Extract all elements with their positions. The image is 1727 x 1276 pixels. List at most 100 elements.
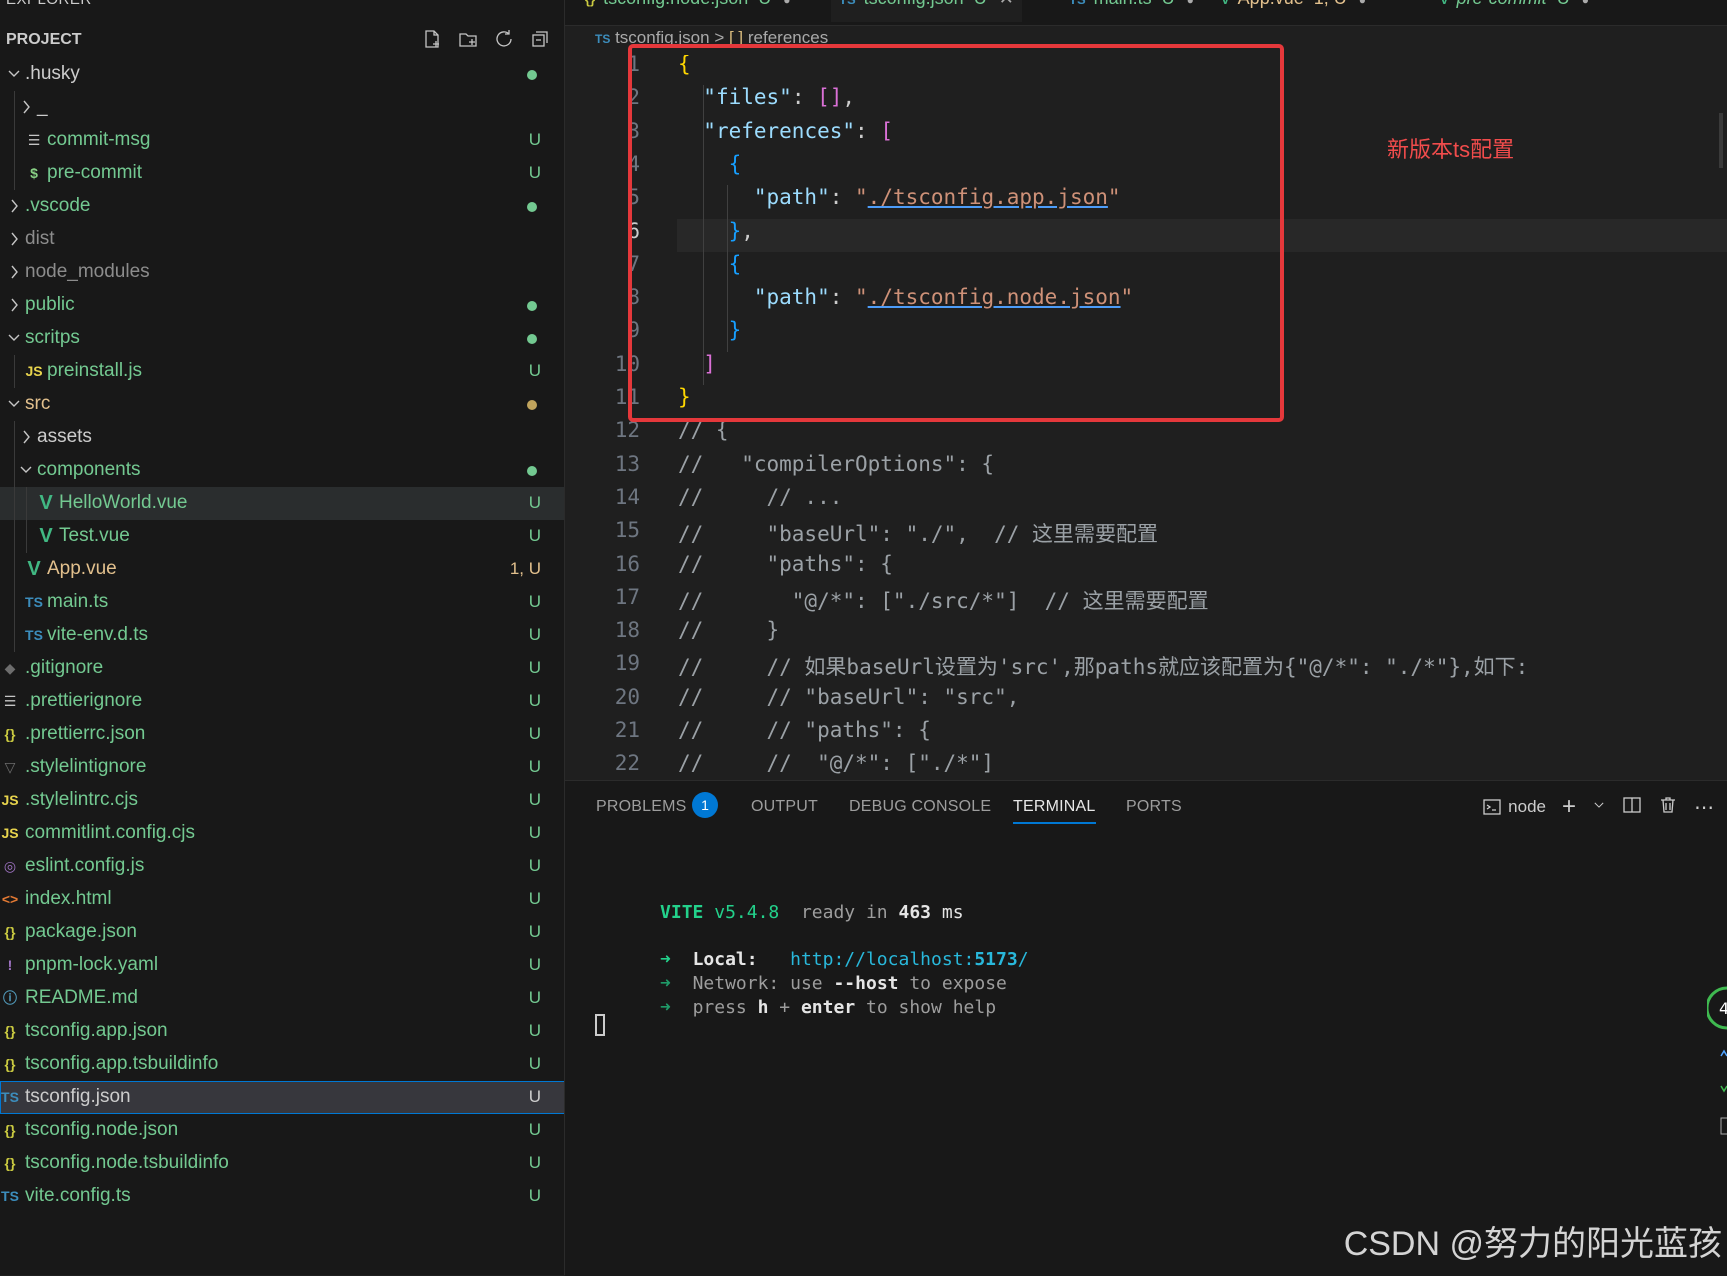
- tab-pre-commit[interactable]: Vpre-commit U ●: [1440, 0, 1589, 22]
- chevron-down-icon[interactable]: [6, 394, 22, 414]
- terminal-cursor: [595, 1014, 605, 1036]
- chevron-right-icon[interactable]: [18, 97, 34, 117]
- code-line[interactable]: // // "@/*": ["./*"]: [678, 751, 994, 775]
- close-icon[interactable]: ✕: [999, 0, 1014, 8]
- git-status-badge: U: [528, 130, 541, 149]
- git-status-badge: U: [528, 1054, 541, 1073]
- code-line[interactable]: // }: [678, 618, 779, 642]
- minimap[interactable]: [1719, 113, 1723, 168]
- tree-item[interactable]: ⓘ README.md U: [0, 982, 564, 1015]
- more-actions-icon[interactable]: ⋯: [1694, 795, 1715, 820]
- tree-item-label: .stylelintignore: [25, 756, 147, 777]
- tree-item[interactable]: node_modules: [0, 256, 564, 289]
- tree-item[interactable]: .husky: [0, 58, 564, 91]
- tree-item[interactable]: V App.vue 1, U: [0, 553, 564, 586]
- chevron-down-icon[interactable]: [1592, 797, 1606, 817]
- code-line[interactable]: // // "paths": {: [678, 718, 931, 742]
- tree-item[interactable]: ☰ commit-msg U: [0, 124, 564, 157]
- tree-item[interactable]: V HelloWorld.vue U: [0, 487, 564, 520]
- git-status-badge: U: [528, 1087, 541, 1106]
- code-line[interactable]: // // ...: [678, 485, 842, 509]
- tab-problems[interactable]: PROBLEMS: [596, 798, 687, 816]
- unsaved-dot-icon[interactable]: ●: [783, 0, 790, 7]
- refresh-icon[interactable]: [493, 28, 515, 50]
- trash-icon[interactable]: [1658, 795, 1678, 820]
- chevron-right-icon[interactable]: [18, 427, 34, 447]
- tree-item[interactable]: ☰ .prettierignore U: [0, 685, 564, 718]
- new-folder-icon[interactable]: [457, 28, 479, 50]
- tree-item[interactable]: {} tsconfig.app.tsbuildinfo U: [0, 1048, 564, 1081]
- line-number: 18: [614, 618, 640, 643]
- tree-item[interactable]: TS vite.config.ts U: [0, 1180, 564, 1213]
- tab-tsconfig-node-json[interactable]: {} tsconfig.node.json U ●: [585, 0, 790, 22]
- tree-item[interactable]: dist: [0, 223, 564, 256]
- tree-item[interactable]: TS main.ts U: [0, 586, 564, 619]
- tab-App-vue[interactable]: V App.vue 1, U ●: [1221, 0, 1366, 22]
- terminal-selector[interactable]: node: [1482, 797, 1546, 817]
- tab-tsconfig-json[interactable]: TS tsconfig.json U ✕: [831, 0, 1022, 22]
- git-change-dot: [527, 70, 537, 80]
- tree-item[interactable]: $ pre-commit U: [0, 157, 564, 190]
- code-line[interactable]: // "compilerOptions": {: [678, 452, 994, 476]
- chevron-right-icon[interactable]: [6, 295, 22, 315]
- tree-item[interactable]: {} package.json U: [0, 916, 564, 949]
- indent-guide: [14, 619, 15, 652]
- tree-item[interactable]: {} tsconfig.app.json U: [0, 1015, 564, 1048]
- unsaved-dot-icon[interactable]: ●: [1359, 0, 1366, 7]
- tree-item[interactable]: ▽ .stylelintignore U: [0, 751, 564, 784]
- tree-item[interactable]: assets: [0, 421, 564, 454]
- git-change-dot: [527, 334, 537, 344]
- tree-item[interactable]: public: [0, 289, 564, 322]
- code-line[interactable]: // // 如果baseUrl设置为'src',那paths就应该配置为{"@/…: [678, 651, 1528, 681]
- tree-item[interactable]: JS preinstall.js U: [0, 355, 564, 388]
- code-line[interactable]: // "@/*": ["./src/*"] // 这里需要配置: [678, 585, 1209, 615]
- indent-guide: [14, 553, 15, 586]
- vue-file-icon: V: [39, 524, 53, 547]
- tree-item[interactable]: src: [0, 388, 564, 421]
- chevron-down-icon[interactable]: [6, 328, 22, 348]
- project-header[interactable]: PROJECT: [0, 28, 564, 54]
- tree-item[interactable]: TS vite-env.d.ts U: [0, 619, 564, 652]
- tree-item[interactable]: {} .prettierrc.json U: [0, 718, 564, 751]
- git-status-badge: U: [528, 361, 541, 380]
- chevron-down-icon[interactable]: [18, 460, 34, 480]
- floating-widget-edge[interactable]: 4: [1705, 968, 1727, 1218]
- tree-item-label: tsconfig.node.json: [25, 1119, 179, 1140]
- tree-item[interactable]: components: [0, 454, 564, 487]
- code-line[interactable]: // "baseUrl": "./", // 这里需要配置: [678, 518, 1158, 548]
- tab-debug-console[interactable]: DEBUG CONSOLE: [849, 798, 991, 816]
- tree-item[interactable]: .vscode: [0, 190, 564, 223]
- chevron-right-icon[interactable]: [6, 196, 22, 216]
- git-change-dot: [527, 466, 537, 476]
- tab-label: App.vue: [1238, 0, 1304, 8]
- tree-item[interactable]: ◎ eslint.config.js U: [0, 850, 564, 883]
- chevron-down-icon[interactable]: [6, 64, 22, 84]
- tree-item[interactable]: V Test.vue U: [0, 520, 564, 553]
- chevron-right-icon[interactable]: [6, 229, 22, 249]
- indent-guide: [14, 487, 15, 520]
- tree-item[interactable]: <> index.html U: [0, 883, 564, 916]
- terminal-output[interactable]: VITE v5.4.8 ready in 463 ms ➜ Local: htt…: [595, 881, 1029, 1018]
- tab-main-ts[interactable]: TS main.ts U ●: [1069, 0, 1194, 22]
- tab-ports[interactable]: PORTS: [1126, 798, 1182, 816]
- tree-item[interactable]: _: [0, 91, 564, 124]
- tab-terminal[interactable]: TERMINAL: [1013, 798, 1096, 824]
- chevron-right-icon[interactable]: [6, 262, 22, 282]
- tree-item[interactable]: ◆ .gitignore U: [0, 652, 564, 685]
- new-file-icon[interactable]: [421, 28, 443, 50]
- split-terminal-icon[interactable]: [1622, 795, 1642, 820]
- unsaved-dot-icon[interactable]: ●: [1582, 0, 1589, 7]
- tree-item[interactable]: JS .stylelintrc.cjs U: [0, 784, 564, 817]
- tree-item[interactable]: ! pnpm-lock.yaml U: [0, 949, 564, 982]
- tab-output[interactable]: OUTPUT: [751, 798, 818, 816]
- tree-item[interactable]: scritps: [0, 322, 564, 355]
- tree-item[interactable]: {} tsconfig.node.tsbuildinfo U: [0, 1147, 564, 1180]
- tree-item[interactable]: {} tsconfig.node.json U: [0, 1114, 564, 1147]
- code-line[interactable]: // // "baseUrl": "src",: [678, 685, 1019, 709]
- collapse-all-icon[interactable]: [529, 28, 551, 50]
- new-terminal-plus-icon[interactable]: +: [1562, 793, 1576, 821]
- unsaved-dot-icon[interactable]: ●: [1187, 0, 1194, 7]
- code-line[interactable]: // "paths": {: [678, 552, 893, 576]
- tree-item[interactable]: TS tsconfig.json U: [0, 1081, 564, 1114]
- tree-item[interactable]: JS commitlint.config.cjs U: [0, 817, 564, 850]
